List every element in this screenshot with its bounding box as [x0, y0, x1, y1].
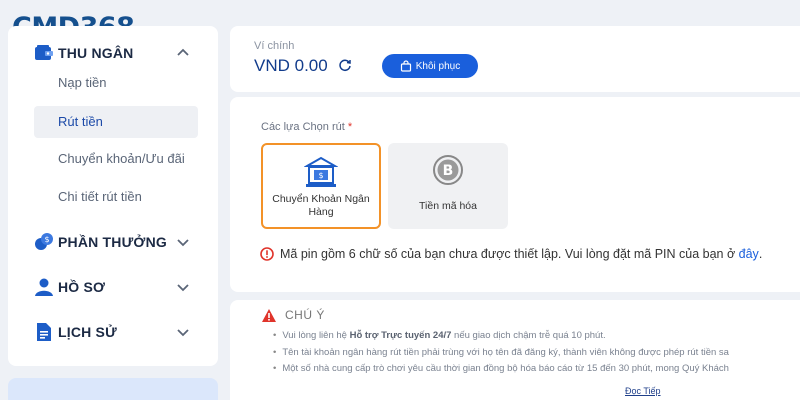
sidebar-section-profile[interactable]: HỒ SƠ — [8, 270, 218, 304]
chevron-down-icon — [177, 239, 189, 247]
pin-warning: Mã pin gồm 6 chữ số của bạn chưa được th… — [260, 247, 762, 261]
restore-button-label: Khôi phục — [415, 60, 461, 72]
wallet-label: Ví chính — [254, 40, 295, 52]
shopping-bag-icon — [400, 60, 411, 72]
pin-warning-text: Mã pin gồm 6 chữ số của bạn chưa được th… — [280, 247, 736, 261]
wallet-balance: VND 0.00 — [254, 56, 328, 75]
sidebar-section-label: HỒ SƠ — [58, 279, 106, 295]
read-more-link[interactable]: Đọc Tiếp — [625, 386, 661, 396]
notice-item: Một số nhà cung cấp trò chơi yêu cầu thờ… — [273, 361, 800, 378]
document-icon — [37, 323, 51, 341]
sidebar-section-label: LỊCH SỬ — [58, 324, 117, 340]
alert-circle-icon — [260, 247, 274, 261]
option-crypto[interactable]: B Tiền mã hóa — [388, 143, 508, 229]
sidebar-section-cashier[interactable]: THU NGÂN — [8, 36, 218, 70]
sidebar-item-withdraw-details[interactable]: Chi tiết rút tiền — [34, 181, 198, 213]
notice-item: Tên tài khoản ngân hàng rút tiền phải tr… — [273, 345, 800, 362]
notice-item: Vui lòng liên hệ Hỗ trợ Trực tuyến 24/7 … — [273, 328, 800, 345]
option-label: Tiền mã hóa — [419, 200, 477, 212]
svg-text:B: B — [443, 163, 454, 179]
chevron-up-icon — [177, 48, 189, 56]
refresh-icon[interactable] — [338, 58, 352, 72]
option-label: Chuyển Khoản Ngân Hàng — [272, 193, 370, 218]
restore-button[interactable]: Khôi phục — [382, 54, 478, 78]
chevron-down-icon — [177, 284, 189, 292]
wallet-icon — [35, 45, 53, 60]
notice-panel: CHÚ Ý Vui lòng liên hệ Hỗ trợ Trực tuyến… — [230, 300, 800, 400]
sidebar: THU NGÂN Nạp tiền Rút tiền Chuyển khoản/… — [8, 26, 218, 366]
sidebar-section-label: PHẦN THƯỞNG — [58, 234, 167, 250]
coins-icon: $ — [35, 233, 53, 250]
withdraw-options-label: Các lựa Chọn rút * — [261, 121, 353, 133]
sidebar-item-transfer-promo[interactable]: Chuyển khoản/Ưu đãi — [34, 143, 198, 175]
sidebar-section-history[interactable]: LỊCH SỬ — [8, 315, 218, 349]
sidebar-item-withdraw[interactable]: Rút tiền — [34, 106, 198, 138]
sidebar-section-rewards[interactable]: $ PHẦN THƯỞNG — [8, 225, 218, 259]
chevron-down-icon — [177, 329, 189, 337]
user-icon — [35, 278, 53, 296]
option-bank-transfer[interactable]: $ Chuyển Khoản Ngân Hàng — [261, 143, 381, 229]
notice-title: CHÚ Ý — [285, 308, 325, 322]
notice-list: Vui lòng liên hệ Hỗ trợ Trực tuyến 24/7 … — [273, 328, 800, 378]
sidebar-item-deposit[interactable]: Nạp tiền — [34, 67, 198, 99]
svg-text:$: $ — [318, 171, 323, 180]
withdraw-panel: Các lựa Chọn rút * $ Chuyển Khoản Ngân H… — [230, 97, 800, 292]
sidebar-section-label: THU NGÂN — [58, 45, 134, 61]
svg-text:$: $ — [44, 235, 49, 244]
main-wallet-card: Ví chính VND 0.00 Khôi phục — [230, 26, 800, 92]
set-pin-link[interactable]: đây — [739, 247, 759, 261]
sidebar-bottom-panel — [8, 378, 218, 400]
bank-icon: $ — [304, 156, 338, 187]
bitcoin-icon: B — [433, 155, 463, 185]
pin-warning-tail: . — [758, 247, 763, 261]
warning-triangle-icon — [262, 309, 276, 322]
